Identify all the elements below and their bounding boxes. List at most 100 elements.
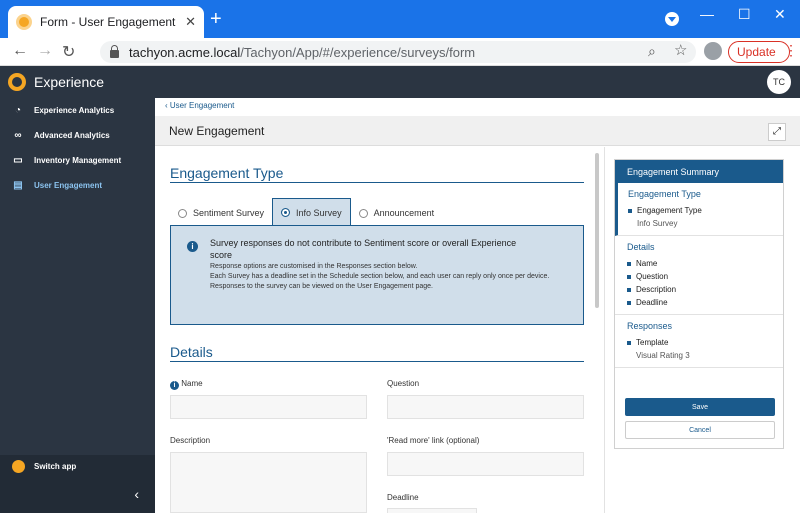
breadcrumb[interactable]: ‹ User Engagement: [165, 101, 234, 110]
summary-item-value: Info Survey: [637, 219, 678, 228]
summary-item: Deadline: [627, 298, 771, 307]
sidebar-item-user-engagement[interactable]: ▤ User Engagement: [0, 173, 155, 198]
form-scrollbar[interactable]: [595, 153, 599, 308]
read-more-hint: (optional): [446, 436, 480, 445]
radio-label: Announcement: [373, 208, 435, 218]
question-input[interactable]: [387, 395, 584, 419]
sidebar-item-label: Advanced Analytics: [34, 131, 110, 140]
collapse-sidebar-icon[interactable]: ‹: [0, 478, 155, 513]
deadline-label: Deadline: [387, 493, 419, 502]
address-bar[interactable]: tachyon.acme.local/Tachyon/App/#/experie…: [100, 41, 696, 63]
menu-icon[interactable]: ⋮: [784, 42, 798, 59]
read-more-input[interactable]: [387, 452, 584, 476]
sidebar-item-label: Experience Analytics: [34, 106, 115, 115]
breadcrumb-label: User Engagement: [169, 101, 235, 110]
close-tab-icon[interactable]: ✕: [185, 14, 196, 30]
account-icon[interactable]: [704, 42, 722, 60]
description-label: Description: [170, 436, 211, 445]
app-logo: [8, 73, 26, 91]
summary-section-details[interactable]: Details Name Question Description Deadli…: [615, 236, 783, 315]
switch-app-label: Switch app: [34, 462, 77, 471]
save-button[interactable]: Save: [625, 398, 775, 416]
sidebar-item-advanced-analytics[interactable]: ∞ Advanced Analytics: [0, 123, 155, 148]
summary-section-engagement-type[interactable]: Engagement Type Engagement Type Info Sur…: [615, 183, 783, 236]
radio-info-survey[interactable]: Info Survey: [272, 198, 351, 226]
summary-item: Question: [627, 272, 771, 281]
browser-toolbar: ← → ↻ tachyon.acme.local/Tachyon/App/#/e…: [0, 38, 800, 66]
radio-label: Sentiment Survey: [193, 208, 265, 218]
speedometer-icon: ◔: [14, 105, 22, 116]
maximize-icon[interactable]: ☐: [738, 6, 751, 23]
update-button[interactable]: Update: [728, 41, 790, 63]
avatar[interactable]: TC: [767, 70, 791, 94]
summary-section-title: Engagement Type: [628, 189, 701, 199]
radio-announcement[interactable]: Announcement: [351, 200, 443, 226]
section-divider: [170, 361, 584, 362]
info-icon[interactable]: i: [170, 381, 179, 390]
deadline-input[interactable]: [387, 508, 477, 513]
engagement-summary-panel: Engagement Summary Engagement Type Engag…: [614, 159, 784, 449]
zoom-icon[interactable]: ⌕: [648, 43, 656, 60]
browser-tab[interactable]: Form - User Engagement - Expe ✕: [8, 6, 204, 38]
details-heading: Details: [170, 344, 213, 360]
summary-item-label: Engagement Type: [637, 206, 702, 215]
summary-item-label: Template: [636, 338, 669, 347]
form-content: Engagement Type Sentiment Survey Info Su…: [155, 147, 602, 513]
sidebar-item-inventory-management[interactable]: ▭ Inventory Management: [0, 148, 155, 173]
radio-button[interactable]: [358, 208, 368, 218]
bookmark-star-icon[interactable]: ☆: [674, 41, 687, 59]
favicon-icon: [16, 14, 32, 30]
expand-icon[interactable]: ⤢: [768, 123, 786, 141]
switch-app-button[interactable]: Switch app: [0, 455, 155, 478]
info-body: Response options are customised in the R…: [210, 262, 560, 292]
info-line: Responses to the survey can be viewed on…: [210, 283, 433, 290]
bullet-icon: [627, 340, 631, 345]
sidebar-item-experience-analytics[interactable]: ◔ Experience Analytics: [0, 98, 155, 123]
question-label: Question: [387, 379, 420, 388]
sidebar-item-label: Inventory Management: [34, 156, 122, 165]
summary-item: Name: [627, 259, 771, 268]
back-icon[interactable]: ←: [12, 42, 28, 60]
switch-app-icon: [12, 460, 25, 473]
name-label-text: Name: [181, 379, 203, 388]
monitor-icon: ▭: [13, 155, 23, 166]
bullet-icon: [627, 261, 631, 266]
info-heading: Survey responses do not contribute to Se…: [210, 238, 517, 260]
summary-item-label: Name: [636, 259, 658, 268]
app-name: Experience: [34, 74, 105, 90]
radio-button-selected[interactable]: [281, 208, 291, 217]
engagement-type-radio-group: Sentiment Survey Info Survey Announcemen…: [170, 198, 442, 226]
clipboard-icon: ▤: [13, 180, 23, 191]
summary-section-title: Details: [627, 242, 655, 252]
name-input[interactable]: [170, 395, 367, 419]
minimize-icon[interactable]: —: [700, 6, 714, 22]
radio-button[interactable]: [178, 208, 187, 218]
radio-sentiment-survey[interactable]: Sentiment Survey: [170, 200, 272, 226]
lock-icon: [110, 45, 119, 58]
summary-item-label: Question: [636, 272, 669, 281]
summary-item-label: Description: [636, 285, 677, 294]
summary-section-responses[interactable]: Responses Template Visual Rating 3: [615, 315, 783, 368]
description-textarea[interactable]: [170, 452, 367, 513]
tab-title: Form - User Engagement - Expe: [40, 15, 179, 29]
tab-search-icon[interactable]: [665, 12, 679, 26]
url-path: /Tachyon/App/#/experience/surveys/form: [240, 44, 476, 60]
forward-icon[interactable]: →: [37, 42, 53, 60]
panel-divider: [604, 147, 605, 513]
new-tab-icon[interactable]: +: [210, 9, 222, 29]
read-more-label-text: 'Read more' link: [387, 436, 444, 445]
page-title: New Engagement: [169, 124, 265, 138]
section-divider: [170, 182, 584, 183]
summary-item: Engagement Type: [628, 206, 771, 215]
app-header: Experience TC: [0, 66, 800, 98]
bullet-icon: [627, 300, 631, 305]
binoculars-icon: ∞: [14, 130, 22, 141]
page-header: New Engagement ⤢: [155, 116, 800, 146]
reload-icon[interactable]: ↻: [62, 42, 75, 62]
summary-item: Description: [627, 285, 771, 294]
sidebar-item-label: User Engagement: [34, 181, 103, 190]
read-more-label: 'Read more' link (optional): [387, 436, 479, 445]
info-panel: i Survey responses do not contribute to …: [170, 225, 584, 325]
cancel-button[interactable]: Cancel: [625, 421, 775, 439]
close-window-icon[interactable]: ✕: [774, 6, 786, 23]
